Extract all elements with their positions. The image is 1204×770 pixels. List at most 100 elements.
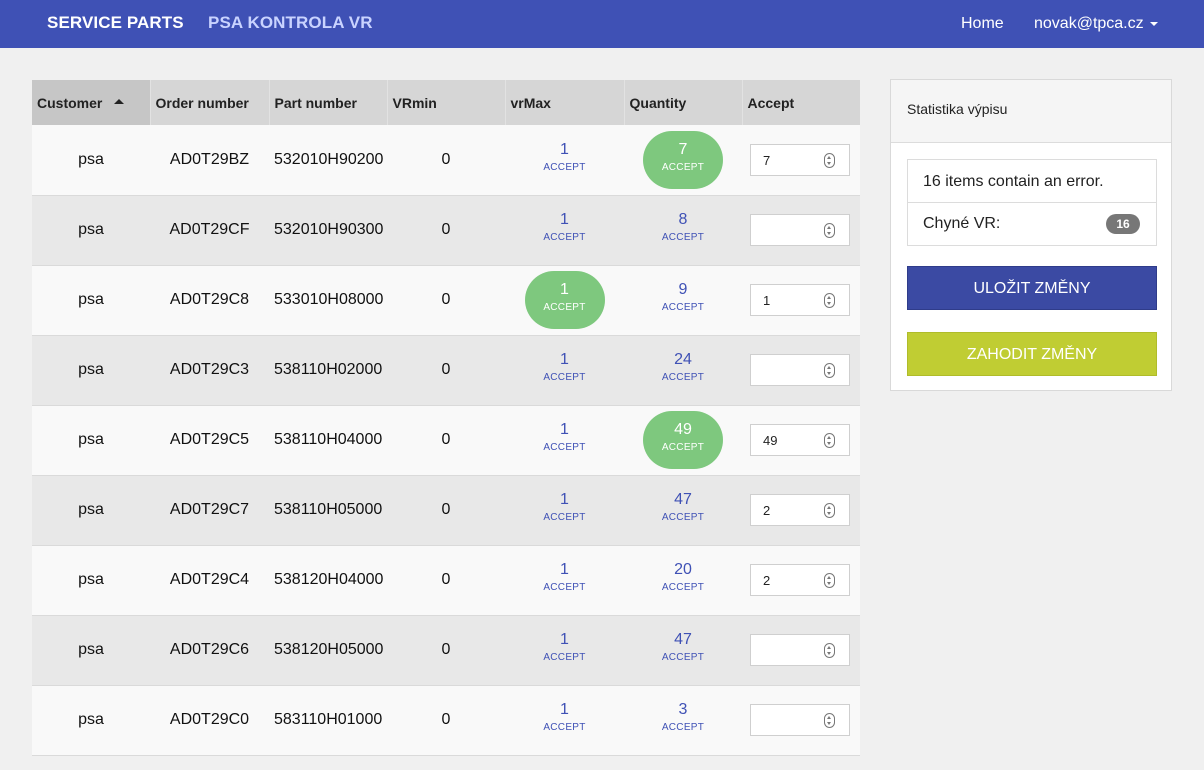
order-number-cell: AD0T29C3 xyxy=(150,335,269,406)
order-number-cell: AD0T29BZ xyxy=(150,125,269,196)
quantity-accept-button[interactable]: 24 ACCEPT xyxy=(643,341,723,399)
table-body: psa AD0T29BZ 532010H90200 0 1 ACCEPT 7 ACCEPT 7 p… xyxy=(32,125,860,756)
sort-asc-icon xyxy=(114,99,125,105)
accept-number-input[interactable]: 7 xyxy=(750,143,850,176)
home-link[interactable]: Home xyxy=(961,15,1004,33)
accept-number-input[interactable] xyxy=(750,214,850,246)
quantity-accept-button[interactable]: 47 ACCEPT xyxy=(643,621,723,679)
quantity-accept-button[interactable]: 9 ACCEPT xyxy=(643,271,723,329)
accept-label: ACCEPT xyxy=(661,722,705,733)
spinner-icon[interactable] xyxy=(824,152,835,168)
quantity-cell: 3 ACCEPT xyxy=(624,685,742,756)
user-email: novak@tpca.cz xyxy=(1034,15,1144,32)
vrmax-value: 1 xyxy=(560,351,569,368)
header-part-number[interactable]: Part number xyxy=(269,80,388,125)
vrmax-value: 1 xyxy=(560,421,569,438)
quantity-accept-button[interactable]: 49 ACCEPT xyxy=(643,411,723,469)
vrmax-accept-button[interactable]: 1 ACCEPT xyxy=(525,341,605,399)
accept-number-input[interactable] xyxy=(750,634,850,666)
spinner-icon[interactable] xyxy=(824,433,835,448)
table-header-row: Customer Order number Part number VRmin … xyxy=(32,80,860,125)
quantity-accept-button[interactable]: 8 ACCEPT xyxy=(643,201,723,259)
spinner-icon[interactable] xyxy=(824,643,835,658)
navbar: SERVICE PARTS PSA KONTROLA VR Home novak… xyxy=(0,0,1204,48)
header-customer[interactable]: Customer xyxy=(32,80,151,125)
statistics-panel: Statistika výpisu 16 items contain an er… xyxy=(890,79,1172,391)
vr-error-row: Chyné VR: 16 xyxy=(908,203,1156,245)
accept-number-input[interactable]: 1 xyxy=(750,284,850,316)
quantity-cell: 47 ACCEPT xyxy=(624,615,742,686)
quantity-cell: 7 ACCEPT xyxy=(624,125,742,196)
vrmax-accept-button[interactable]: 1 ACCEPT xyxy=(525,411,605,469)
vrmax-accept-button[interactable]: 1 ACCEPT xyxy=(525,551,605,609)
quantity-accept-button[interactable]: 47 ACCEPT xyxy=(643,481,723,539)
accept-input-value: 2 xyxy=(763,573,771,588)
header-vrmin-label: VRmin xyxy=(392,94,437,111)
quantity-value: 7 xyxy=(678,140,688,158)
table-row: psa AD0T29C8 533010H08000 0 1 ACCEPT 9 ACCEPT 1 xyxy=(32,265,860,336)
quantity-value: 49 xyxy=(674,421,692,438)
header-vrmax[interactable]: vrMax xyxy=(505,80,625,125)
header-order-number[interactable]: Order number xyxy=(150,80,270,125)
accept-label: ACCEPT xyxy=(661,652,705,663)
vrmax-cell: 1 ACCEPT xyxy=(505,335,624,406)
vrmax-cell: 1 ACCEPT xyxy=(505,125,624,196)
table-row: psa AD0T29C7 538110H05000 0 1 ACCEPT 47 ACCEPT 2 xyxy=(32,475,860,546)
part-number-cell: 538120H05000 xyxy=(269,615,387,686)
vrmax-accept-button[interactable]: 1 ACCEPT xyxy=(525,481,605,539)
vrmin-cell: 0 xyxy=(387,475,505,546)
accept-cell xyxy=(742,615,860,686)
section-link[interactable]: PSA KONTROLA VR xyxy=(208,13,373,33)
quantity-accept-button[interactable]: 3 ACCEPT xyxy=(643,691,723,749)
vrmax-accept-button[interactable]: 1 ACCEPT xyxy=(525,131,605,189)
quantity-cell: 49 ACCEPT xyxy=(624,405,742,476)
accept-input-value: 49 xyxy=(763,433,778,448)
vrmax-cell: 1 ACCEPT xyxy=(505,195,624,266)
order-number-cell: AD0T29C5 xyxy=(150,405,269,476)
header-quantity[interactable]: Quantity xyxy=(624,80,743,125)
header-accept[interactable]: Accept xyxy=(742,80,860,125)
vrmin-cell: 0 xyxy=(387,335,505,406)
header-quantity-label: Quantity xyxy=(629,94,687,111)
spinner-icon[interactable] xyxy=(824,503,835,518)
customer-cell: psa xyxy=(32,685,150,756)
spinner-icon[interactable] xyxy=(824,223,835,238)
quantity-cell: 24 ACCEPT xyxy=(624,335,742,406)
vrmax-accept-button[interactable]: 1 ACCEPT xyxy=(525,691,605,749)
accept-number-input[interactable] xyxy=(750,354,850,386)
spinner-icon[interactable] xyxy=(824,713,835,728)
accept-number-input[interactable] xyxy=(750,704,850,736)
quantity-accept-button[interactable]: 7 ACCEPT xyxy=(643,130,723,189)
order-number-cell: AD0T29C7 xyxy=(150,475,269,546)
order-number-cell: AD0T29C8 xyxy=(150,265,269,336)
vrmax-cell: 1 ACCEPT xyxy=(505,545,624,616)
quantity-value: 24 xyxy=(674,351,692,368)
vrmax-accept-button[interactable]: 1 ACCEPT xyxy=(525,201,605,259)
save-changes-button[interactable]: ULOŽIT ZMĚNY xyxy=(907,266,1157,310)
user-menu[interactable]: novak@tpca.cz xyxy=(1034,15,1158,33)
part-number-cell: 538110H05000 xyxy=(269,475,387,546)
header-order-label: Order number xyxy=(155,94,249,111)
accept-cell xyxy=(742,195,860,266)
vrmin-cell: 0 xyxy=(387,125,505,196)
discard-changes-button[interactable]: ZAHODIT ZMĚNY xyxy=(907,332,1157,376)
quantity-accept-button[interactable]: 20 ACCEPT xyxy=(643,551,723,609)
spinner-icon[interactable] xyxy=(824,573,835,588)
vrmax-accept-button[interactable]: 1 ACCEPT xyxy=(525,621,605,679)
accept-number-input[interactable]: 2 xyxy=(750,494,850,526)
vrmin-cell: 0 xyxy=(387,615,505,686)
brand-link[interactable]: SERVICE PARTS xyxy=(47,13,184,33)
accept-number-input[interactable]: 2 xyxy=(750,564,850,596)
error-summary: 16 items contain an error. xyxy=(908,160,1156,203)
header-vrmin[interactable]: VRmin xyxy=(387,80,506,125)
accept-number-input[interactable]: 49 xyxy=(750,424,850,456)
spinner-icon[interactable] xyxy=(824,363,835,378)
header-vrmax-label: vrMax xyxy=(510,94,551,111)
vr-error-label: Chyné VR: xyxy=(923,215,1001,232)
vrmax-accept-button[interactable]: 1 ACCEPT xyxy=(524,271,605,329)
spinner-icon[interactable] xyxy=(824,293,835,308)
part-number-cell: 538110H02000 xyxy=(269,335,387,406)
table-row: psa AD0T29C6 538120H05000 0 1 ACCEPT 47 ACCEPT xyxy=(32,615,860,686)
quantity-value: 3 xyxy=(678,701,688,718)
order-number-cell: AD0T29C4 xyxy=(150,545,269,616)
